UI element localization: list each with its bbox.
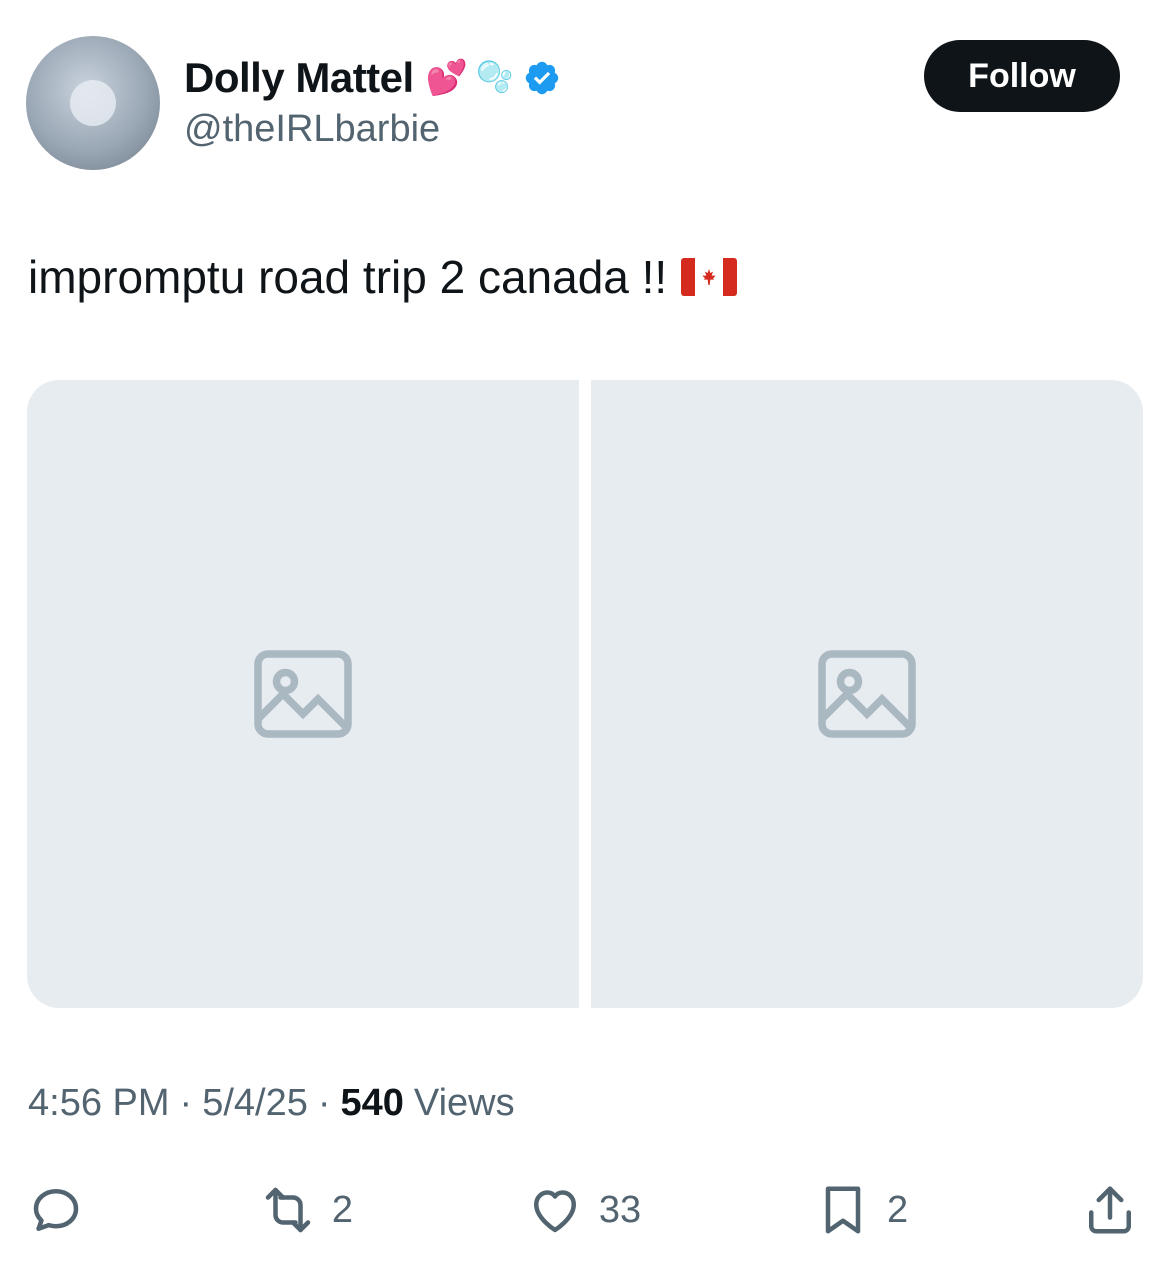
tweet-body: impromptu road trip 2 canada !! bbox=[28, 251, 668, 303]
views-label: Views bbox=[413, 1082, 515, 1124]
tweet-date[interactable]: 5/4/25 bbox=[202, 1082, 308, 1125]
image-placeholder-icon bbox=[818, 650, 916, 738]
tweet-text: impromptu road trip 2 canada !! bbox=[28, 250, 738, 304]
canada-flag-icon bbox=[681, 258, 738, 296]
reply-button[interactable] bbox=[26, 1180, 86, 1240]
share-icon bbox=[1089, 1186, 1131, 1234]
bookmark-icon bbox=[825, 1186, 861, 1234]
verified-badge-icon[interactable] bbox=[523, 59, 561, 97]
media-image-1[interactable] bbox=[27, 380, 579, 1008]
meta-separator: · bbox=[179, 1082, 193, 1124]
follow-button[interactable]: Follow bbox=[924, 40, 1120, 112]
author-handle[interactable]: @theIRLbarbie bbox=[184, 108, 440, 151]
like-button[interactable]: 33 bbox=[525, 1180, 641, 1240]
tweet-time[interactable]: 4:56 PM bbox=[28, 1082, 170, 1125]
reply-icon bbox=[33, 1189, 79, 1231]
tweet-meta: 4:56 PM · 5/4/25 · 540 Views bbox=[28, 1082, 515, 1125]
views-count: 540 bbox=[340, 1082, 404, 1124]
heart-icon bbox=[533, 1190, 576, 1233]
retweet-count: 2 bbox=[331, 1188, 353, 1231]
retweet-button[interactable]: 2 bbox=[258, 1180, 353, 1240]
like-count: 33 bbox=[598, 1188, 642, 1231]
author-avatar[interactable] bbox=[26, 36, 160, 170]
share-button[interactable] bbox=[1080, 1180, 1140, 1240]
retweet-icon bbox=[265, 1187, 311, 1233]
bubbles-emoji-icon: 🫧 bbox=[476, 61, 514, 94]
name-row: Dolly Mattel 💕 🫧 bbox=[184, 52, 561, 104]
tweet-actions: 2 33 2 bbox=[26, 1170, 1140, 1250]
bookmark-count: 2 bbox=[887, 1188, 909, 1231]
tweet-header: Dolly Mattel 💕 🫧 @theIRLbarbie Follow bbox=[26, 36, 1120, 176]
bookmark-button[interactable]: 2 bbox=[813, 1180, 908, 1240]
media-image-2[interactable] bbox=[591, 380, 1143, 1008]
image-placeholder-icon bbox=[254, 650, 352, 738]
hearts-emoji-icon: 💕 bbox=[425, 59, 469, 97]
tweet-media-grid bbox=[27, 380, 1143, 1008]
meta-separator: · bbox=[317, 1082, 331, 1124]
author-display-name[interactable]: Dolly Mattel bbox=[184, 54, 414, 102]
